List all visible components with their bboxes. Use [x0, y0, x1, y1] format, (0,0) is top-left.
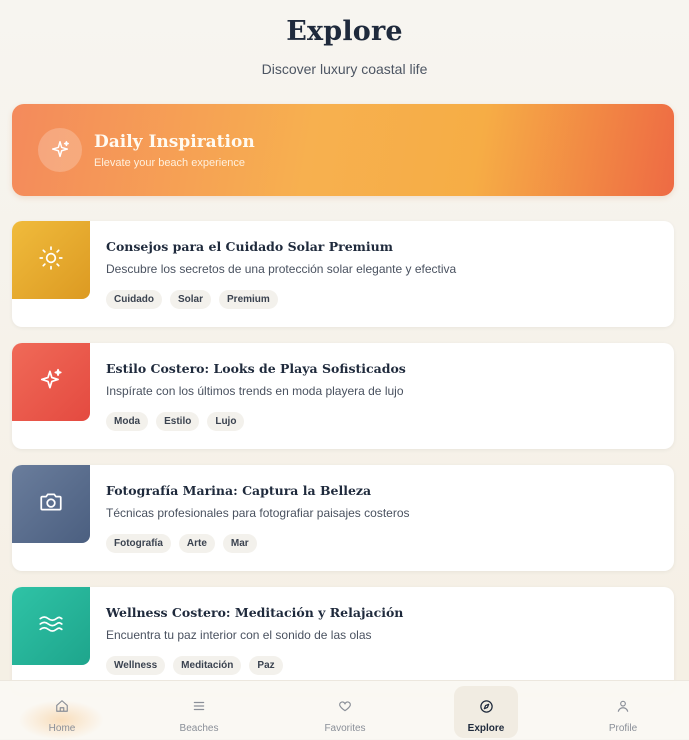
nav-profile[interactable]: Profile	[563, 680, 683, 738]
card-description: Encuentra tu paz interior con el sonido …	[106, 628, 372, 642]
user-icon	[616, 698, 630, 714]
article-card-coastal-style[interactable]: Estilo Costero: Looks de Playa Sofistica…	[12, 343, 674, 449]
nav-explore[interactable]: Explore	[426, 680, 546, 738]
tag[interactable]: Lujo	[207, 412, 245, 431]
nav-label: Favorites	[324, 723, 366, 734]
page-title: Explore	[286, 16, 403, 47]
tag[interactable]: Solar	[170, 290, 212, 309]
sparkles-icon	[38, 128, 82, 172]
heart-icon	[338, 698, 352, 714]
tag[interactable]: Moda	[106, 412, 149, 431]
card-thumbnail	[12, 587, 90, 665]
card-title: Fotografía Marina: Captura la Belleza	[106, 483, 372, 498]
tag[interactable]: Premium	[219, 290, 278, 309]
home-icon	[55, 698, 69, 714]
card-thumbnail	[12, 221, 90, 299]
tag[interactable]: Meditación	[173, 656, 242, 675]
page-subtitle: Discover luxury coastal life	[261, 61, 428, 77]
camera-icon	[38, 489, 64, 520]
tag[interactable]: Paz	[249, 656, 283, 675]
card-title: Estilo Costero: Looks de Playa Sofistica…	[106, 361, 406, 376]
tag[interactable]: Wellness	[106, 656, 166, 675]
card-tags: Moda Estilo Lujo	[106, 412, 245, 431]
hero-subtitle: Elevate your beach experience	[94, 157, 246, 169]
sun-icon	[38, 245, 64, 276]
nav-label: Profile	[608, 723, 638, 734]
article-card-coastal-wellness[interactable]: Wellness Costero: Meditación y Relajació…	[12, 587, 674, 693]
waves-icon	[37, 611, 65, 642]
card-description: Técnicas profesionales para fotografiar …	[106, 506, 410, 520]
tag[interactable]: Arte	[178, 534, 215, 553]
tag[interactable]: Cuidado	[106, 290, 162, 309]
compass-icon	[479, 698, 494, 714]
card-thumbnail	[12, 343, 90, 421]
nav-favorites[interactable]: Favorites	[285, 680, 405, 738]
card-title: Wellness Costero: Meditación y Relajació…	[106, 605, 404, 620]
card-thumbnail	[12, 465, 90, 543]
card-tags: Cuidado Solar Premium	[106, 290, 278, 309]
list-icon	[192, 698, 206, 714]
hero-title: Daily Inspiration	[94, 132, 255, 152]
card-description: Inspírate con los últimos trends en moda…	[106, 384, 404, 398]
card-description: Descubre los secretos de una protección …	[106, 262, 457, 276]
article-card-marine-photography[interactable]: Fotografía Marina: Captura la Belleza Té…	[12, 465, 674, 571]
nav-label: Beaches	[179, 723, 219, 734]
nav-label: Explore	[467, 723, 505, 734]
tag[interactable]: Mar	[222, 534, 257, 553]
nav-home[interactable]: Home	[2, 680, 122, 738]
nav-label: Home	[48, 723, 76, 734]
card-title: Consejos para el Cuidado Solar Premium	[106, 239, 393, 254]
daily-inspiration-banner[interactable]: Daily Inspiration Elevate your beach exp…	[12, 104, 674, 196]
sparkles-icon	[38, 367, 64, 398]
nav-beaches[interactable]: Beaches	[139, 680, 259, 738]
tag[interactable]: Fotografía	[106, 534, 171, 553]
card-tags: Fotografía Arte Mar	[106, 534, 257, 553]
card-tags: Wellness Meditación Paz	[106, 656, 283, 675]
article-card-sun-care[interactable]: Consejos para el Cuidado Solar Premium D…	[12, 221, 674, 327]
tag[interactable]: Estilo	[156, 412, 200, 431]
